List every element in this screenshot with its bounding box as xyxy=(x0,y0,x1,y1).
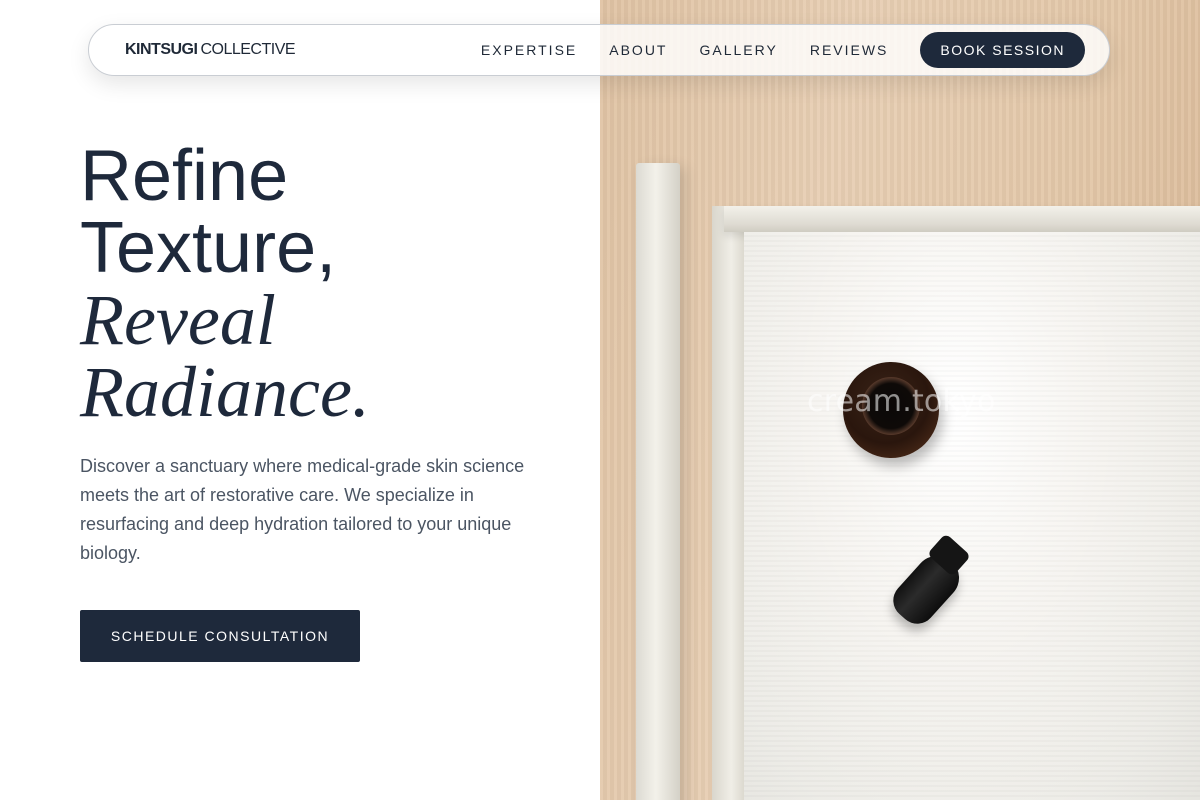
nav-link-gallery[interactable]: GALLERY xyxy=(699,42,777,58)
tray-frame-post xyxy=(636,163,680,800)
schedule-consultation-button[interactable]: SCHEDULE CONSULTATION xyxy=(80,610,360,662)
nav-link-expertise[interactable]: EXPERTISE xyxy=(481,42,577,58)
hero-title-line-4: Radiance. xyxy=(80,352,370,432)
navbar: KINTSUGI COLLECTIVE EXPERTISE ABOUT GALLE… xyxy=(88,24,1110,76)
hero-title: Refine Texture, Reveal Radiance. xyxy=(80,140,370,428)
hero-description: Discover a sanctuary where medical-grade… xyxy=(80,456,525,563)
nav-link-about[interactable]: ABOUT xyxy=(609,42,667,58)
book-session-button[interactable]: BOOK SESSION xyxy=(920,32,1085,68)
brand-name-strong: KINTSUGI xyxy=(125,41,198,58)
brand-logo[interactable]: KINTSUGI COLLECTIVE xyxy=(125,41,296,59)
image-watermark: cream.tokyo xyxy=(807,384,996,419)
tray-frame-rail xyxy=(724,206,1200,232)
towel xyxy=(744,232,1200,800)
tray-frame-side xyxy=(712,206,744,800)
brand-name-light: COLLECTIVE xyxy=(200,41,296,58)
hero-title-line-2: Texture, xyxy=(80,208,337,288)
hero-title-line-1: Refine xyxy=(80,136,289,216)
nav-links: EXPERTISE ABOUT GALLERY REVIEWS BOOK SES… xyxy=(481,32,1085,68)
nav-link-reviews[interactable]: REVIEWS xyxy=(810,42,889,58)
hero-title-line-3: Reveal xyxy=(80,280,276,360)
